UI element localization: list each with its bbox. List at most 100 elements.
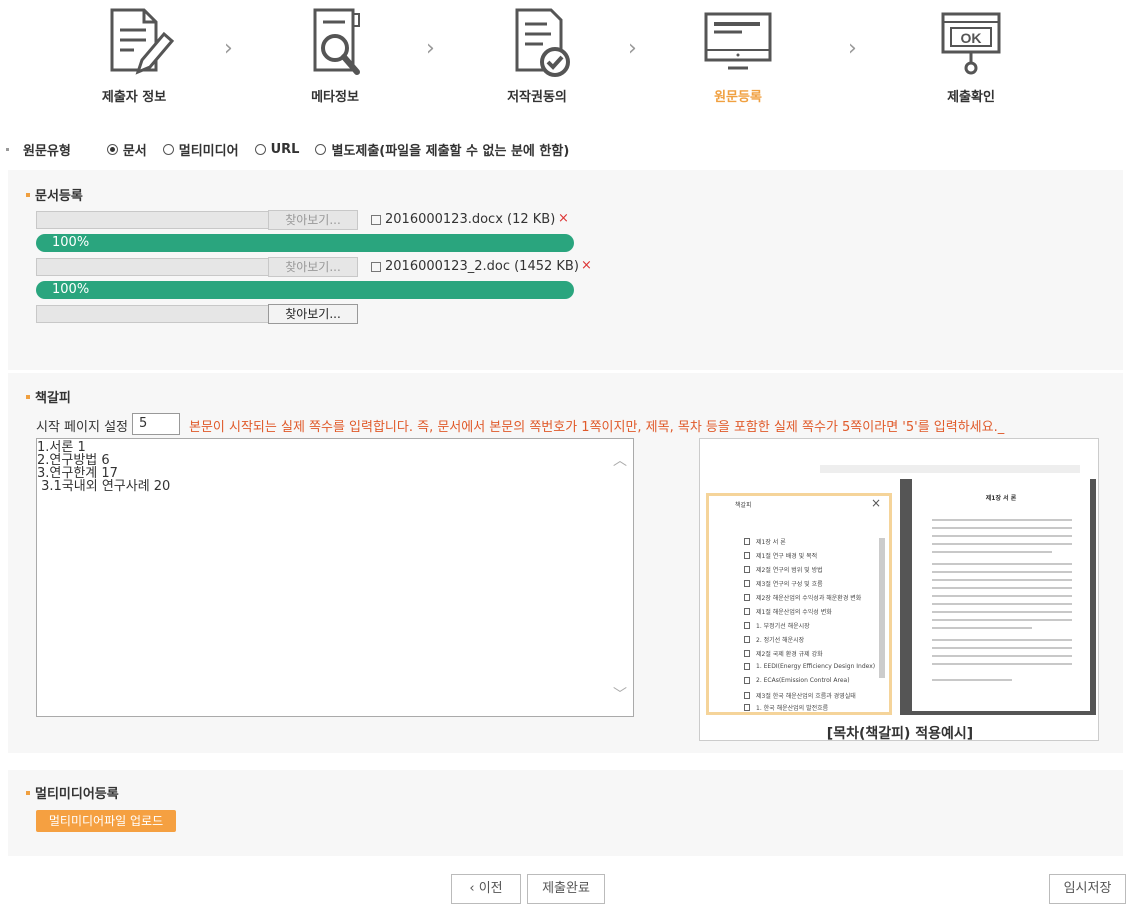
bullet-square bbox=[26, 192, 30, 197]
step-copyright-consent: 저작권동의 bbox=[472, 0, 602, 105]
step-label: 메타정보 bbox=[311, 90, 359, 105]
toc-line: 1.서론 1 bbox=[37, 440, 86, 455]
file-icon bbox=[371, 261, 381, 272]
preview-item-text: 제2절 연구의 범위 및 방법 bbox=[756, 567, 823, 574]
section-title-text: 책갈피 bbox=[35, 391, 71, 406]
preview-item: 제3절 한국 해운산업의 흐름과 경영실태 bbox=[744, 691, 856, 700]
preview-item: 제1절 해운산업의 수익성 변화 bbox=[744, 607, 832, 616]
preview-item-text: 1. EEDI(Energy Efficiency Design Index) bbox=[756, 663, 876, 670]
submit-button[interactable]: 제출완료 bbox=[527, 874, 605, 904]
radio-circle-icon[interactable] bbox=[106, 144, 118, 155]
bullet-square bbox=[26, 790, 30, 795]
text-line bbox=[932, 587, 1072, 589]
file-path-field[interactable] bbox=[36, 211, 269, 229]
preview-doc-heading: 제1장 서 론 bbox=[985, 495, 1017, 502]
preview-close-icon: × bbox=[870, 496, 881, 510]
text-line bbox=[932, 579, 1072, 581]
radio-circle-icon[interactable] bbox=[162, 144, 174, 155]
preview-item-text: 제3절 연구의 구성 및 흐름 bbox=[756, 581, 823, 588]
preview-item: 제2절 국제 환경 규제 강화 bbox=[744, 649, 823, 658]
radio-label: 문서 bbox=[122, 144, 147, 159]
preview-item-text: 제1절 연구 배경 및 목적 bbox=[756, 553, 818, 560]
step-label: 원문등록 bbox=[714, 90, 762, 105]
upload-progress-bar: 100% bbox=[36, 281, 574, 299]
step-document-upload: 원문등록 bbox=[673, 0, 803, 105]
preview-scrollbar bbox=[879, 538, 885, 678]
preview-item: 제1장 서 론 bbox=[744, 537, 786, 546]
preview-item: 1. EEDI(Energy Efficiency Design Index) bbox=[744, 663, 875, 670]
monitor-icon bbox=[704, 12, 772, 70]
bookmark-icon bbox=[744, 650, 750, 657]
section-title-text: 문서등록 bbox=[35, 189, 83, 204]
preview-item-text: 제2장 해운산업의 수익성과 해운환경 변화 bbox=[756, 595, 862, 602]
chevron-right-icon: › bbox=[224, 36, 233, 61]
delete-file-icon[interactable]: × bbox=[558, 211, 569, 226]
document-check-icon bbox=[515, 8, 570, 77]
toc-textarea[interactable]: 1.서론 1 2.연구방법 6 3.연구한계 17 3.1국내외 연구사례 20… bbox=[36, 438, 634, 717]
bookmark-icon bbox=[744, 677, 750, 684]
radio-label: 멀티미디어 bbox=[178, 144, 239, 159]
file-path-field[interactable] bbox=[36, 305, 269, 323]
document-search-icon bbox=[313, 8, 360, 75]
radio-url[interactable]: URL bbox=[254, 142, 299, 157]
preview-caption: [목차(책갈피) 적용예시] bbox=[826, 726, 974, 742]
source-type-row: 원문유형 문서 멀티미디어 URL 별도제출(파일을 제출할 수 없는 분에 한… bbox=[6, 140, 585, 159]
preview-item-text: 2. ECAs(Emission Control Area) bbox=[756, 677, 850, 684]
radio-document[interactable]: 문서 bbox=[106, 140, 147, 159]
bookmark-icon bbox=[744, 704, 750, 711]
bullet bbox=[6, 148, 9, 151]
upload-progress-bar: 100% bbox=[36, 234, 574, 252]
text-line bbox=[932, 571, 1072, 573]
preview-item: 제2장 해운산업의 수익성과 해운환경 변화 bbox=[744, 593, 861, 602]
chevron-right-icon: › bbox=[848, 36, 857, 61]
preview-item: 제1절 연구 배경 및 목적 bbox=[744, 551, 817, 560]
text-line bbox=[932, 611, 1072, 613]
radio-circle-icon[interactable] bbox=[315, 144, 327, 155]
radio-multimedia[interactable]: 멀티미디어 bbox=[162, 140, 239, 159]
radio-circle-icon[interactable] bbox=[254, 144, 266, 155]
bookmark-icon bbox=[744, 663, 750, 670]
text-line bbox=[932, 551, 1052, 553]
radio-separate-submit[interactable]: 별도제출(파일을 제출할 수 없는 분에 한함) bbox=[315, 140, 569, 159]
temp-save-button[interactable]: 임시저장 bbox=[1049, 874, 1126, 904]
preview-item-text: 제2절 국제 환경 규제 강화 bbox=[756, 651, 823, 658]
text-line bbox=[932, 627, 1032, 629]
text-line bbox=[932, 519, 1072, 521]
preview-panel-title: 책갈피 bbox=[735, 502, 752, 509]
browse-button[interactable]: 찾아보기... bbox=[268, 304, 358, 324]
preview-item-text: 제1절 해운산업의 수익성 변화 bbox=[756, 609, 832, 616]
uploaded-file-2: 2016000123_2.doc (1452 KB) bbox=[371, 259, 579, 274]
text-line bbox=[932, 679, 1012, 681]
delete-file-icon[interactable]: × bbox=[581, 258, 592, 273]
text-line bbox=[932, 655, 1072, 657]
text-line bbox=[932, 543, 1072, 545]
file-path-field[interactable] bbox=[36, 258, 269, 276]
uploaded-file-1: 2016000123.docx (12 KB) bbox=[371, 212, 555, 227]
chevron-right-icon: › bbox=[628, 36, 637, 61]
preview-toolbar bbox=[820, 465, 1080, 473]
bookmark-icon bbox=[744, 566, 750, 573]
text-line bbox=[932, 603, 1072, 605]
radio-label: 별도제출(파일을 제출할 수 없는 분에 한함) bbox=[331, 144, 570, 159]
toc-line: 3.1국내외 연구사례 20 bbox=[37, 479, 171, 494]
step-label: 저작권동의 bbox=[507, 90, 567, 105]
step-submitter-info: 제출자 정보 bbox=[69, 0, 199, 105]
scroll-down-icon[interactable]: ﹀ bbox=[613, 688, 627, 702]
text-line bbox=[932, 663, 1072, 665]
multimedia-section-title: 멀티미디어등록 bbox=[26, 783, 119, 802]
document-section-title: 문서등록 bbox=[26, 185, 83, 204]
text-line bbox=[932, 563, 1072, 565]
bookmark-section-title: 책갈피 bbox=[26, 387, 71, 406]
scroll-up-icon[interactable]: ︿ bbox=[613, 454, 627, 468]
text-line bbox=[932, 535, 1072, 537]
bookmark-icon bbox=[744, 594, 750, 601]
start-page-input[interactable]: 5 bbox=[132, 413, 180, 435]
preview-document-page: 제1장 서 론 bbox=[912, 479, 1090, 711]
step-label: 제출자 정보 bbox=[101, 90, 167, 105]
bookmark-icon bbox=[744, 692, 750, 699]
ok-text: OK bbox=[961, 30, 982, 46]
prev-button[interactable]: ‹ 이전 bbox=[451, 874, 521, 904]
preview-item: 2. ECAs(Emission Control Area) bbox=[744, 677, 850, 684]
multimedia-upload-button[interactable]: 멀티미디어파일 업로드 bbox=[36, 810, 176, 832]
preview-item: 1. 한국 해운산업의 발전흐름 bbox=[744, 703, 828, 712]
